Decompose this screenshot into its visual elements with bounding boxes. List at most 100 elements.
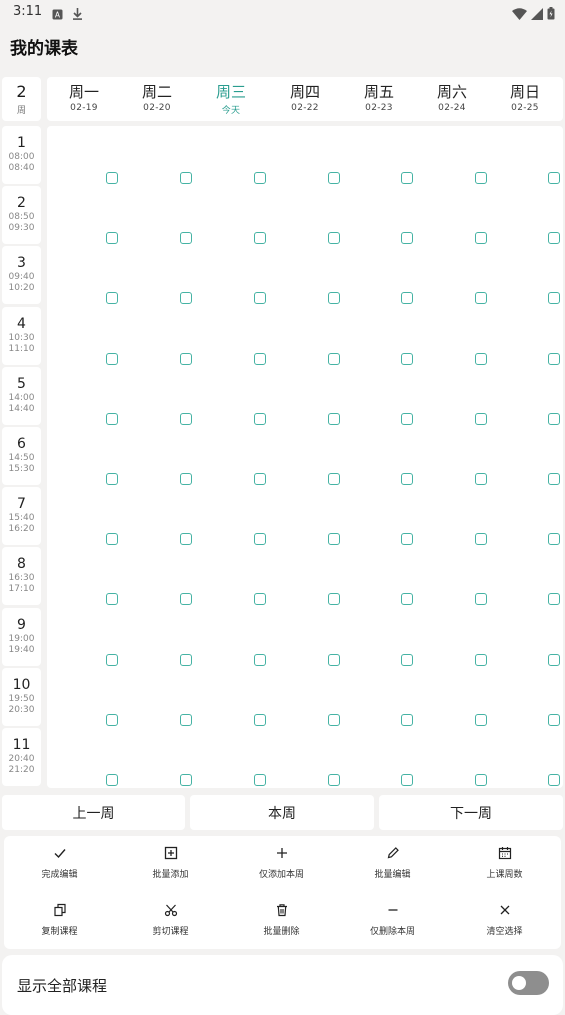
slot-checkbox[interactable]	[401, 172, 413, 184]
slot-checkbox[interactable]	[180, 412, 192, 425]
prev-week-button[interactable]: 上一周	[2, 795, 185, 830]
slot-checkbox[interactable]	[475, 172, 487, 184]
tool-check-button[interactable]: 完成编辑	[4, 836, 115, 880]
slot-checkbox[interactable]	[254, 533, 266, 546]
slot-checkbox[interactable]	[254, 593, 266, 606]
slot-checkbox[interactable]	[106, 172, 118, 184]
current-week-button[interactable]: 本周	[190, 795, 374, 830]
slot-checkbox[interactable]	[401, 292, 413, 305]
day-header-6[interactable]: 周六 02-24	[422, 77, 482, 121]
slot-checkbox[interactable]	[475, 593, 487, 606]
slot-checkbox[interactable]	[328, 172, 340, 184]
slot-checkbox[interactable]	[401, 713, 413, 726]
slot-checkbox[interactable]	[180, 473, 192, 485]
slot-checkbox[interactable]	[254, 473, 266, 485]
tool-label: 批量添加	[152, 870, 189, 880]
slot-checkbox[interactable]	[328, 232, 340, 245]
day-header-7[interactable]: 周日 02-25	[495, 77, 555, 121]
slot-checkbox[interactable]	[106, 653, 118, 666]
slot-checkbox[interactable]	[254, 412, 266, 425]
slot-checkbox[interactable]	[254, 232, 266, 245]
slot-checkbox[interactable]	[475, 473, 487, 485]
slot-checkbox[interactable]	[254, 653, 266, 666]
slot-checkbox[interactable]	[401, 774, 413, 786]
slot-checkbox[interactable]	[475, 232, 487, 245]
slot-checkbox[interactable]	[401, 352, 413, 365]
slot-checkbox[interactable]	[180, 533, 192, 546]
slot-checkbox[interactable]	[106, 352, 118, 365]
tool-calendar-button[interactable]: 上课周数	[449, 836, 560, 880]
day-header-1[interactable]: 周一 02-19	[54, 77, 114, 121]
slot-checkbox[interactable]	[548, 533, 560, 546]
slot-checkbox[interactable]	[328, 533, 340, 546]
slot-checkbox[interactable]	[254, 713, 266, 726]
slot-checkbox[interactable]	[475, 292, 487, 305]
slot-checkbox[interactable]	[180, 172, 192, 184]
slot-checkbox[interactable]	[401, 412, 413, 425]
slot-checkbox[interactable]	[475, 774, 487, 786]
tool-plus-button[interactable]: 仅添加本周	[226, 836, 337, 880]
slot-checkbox[interactable]	[328, 713, 340, 726]
day-header-4[interactable]: 周四 02-22	[275, 77, 335, 121]
slot-checkbox[interactable]	[548, 774, 560, 786]
tool-add-box-button[interactable]: 批量添加	[115, 836, 226, 880]
slot-checkbox[interactable]	[106, 473, 118, 485]
tool-trash-button[interactable]: 批量删除	[226, 893, 337, 937]
slot-checkbox[interactable]	[548, 352, 560, 365]
slot-checkbox[interactable]	[328, 774, 340, 786]
slot-checkbox[interactable]	[328, 352, 340, 365]
slot-checkbox[interactable]	[106, 232, 118, 245]
slot-checkbox[interactable]	[548, 473, 560, 485]
tool-close-button[interactable]: 清空选择	[449, 893, 560, 937]
slot-checkbox[interactable]	[475, 352, 487, 365]
slot-checkbox[interactable]	[328, 412, 340, 425]
tool-minus-button[interactable]: 仅删除本周	[337, 893, 448, 937]
slot-checkbox[interactable]	[548, 713, 560, 726]
slot-checkbox[interactable]	[548, 172, 560, 184]
slot-checkbox[interactable]	[106, 412, 118, 425]
slot-checkbox[interactable]	[180, 774, 192, 786]
slot-checkbox[interactable]	[328, 292, 340, 305]
slot-checkbox[interactable]	[254, 774, 266, 786]
slot-checkbox[interactable]	[254, 352, 266, 365]
slot-checkbox[interactable]	[328, 593, 340, 606]
slot-checkbox[interactable]	[106, 774, 118, 786]
day-header-3[interactable]: 周三 今天	[201, 77, 261, 121]
slot-checkbox[interactable]	[475, 412, 487, 425]
slot-checkbox[interactable]	[548, 653, 560, 666]
slot-checkbox[interactable]	[475, 713, 487, 726]
slot-checkbox[interactable]	[401, 653, 413, 666]
day-header-2[interactable]: 周二 02-20	[127, 77, 187, 121]
slot-checkbox[interactable]	[106, 533, 118, 546]
slot-checkbox[interactable]	[254, 292, 266, 305]
tool-copy-button[interactable]: 复制课程	[4, 893, 115, 937]
slot-checkbox[interactable]	[106, 713, 118, 726]
tool-pencil-button[interactable]: 批量编辑	[337, 836, 448, 880]
slot-checkbox[interactable]	[475, 653, 487, 666]
slot-checkbox[interactable]	[180, 352, 192, 365]
slot-checkbox[interactable]	[254, 172, 266, 184]
slot-checkbox[interactable]	[328, 473, 340, 485]
day-header-5[interactable]: 周五 02-23	[349, 77, 409, 121]
slot-checkbox[interactable]	[401, 593, 413, 606]
slot-checkbox[interactable]	[475, 533, 487, 546]
slot-checkbox[interactable]	[548, 412, 560, 425]
show-all-toggle[interactable]	[508, 971, 549, 995]
slot-checkbox[interactable]	[180, 292, 192, 305]
tool-scissors-button[interactable]: 剪切课程	[115, 893, 226, 937]
slot-checkbox[interactable]	[180, 653, 192, 666]
slot-checkbox[interactable]	[180, 713, 192, 726]
slot-checkbox[interactable]	[548, 292, 560, 305]
week-indicator[interactable]: 2 周	[2, 77, 41, 121]
slot-checkbox[interactable]	[328, 653, 340, 666]
slot-checkbox[interactable]	[548, 593, 560, 606]
slot-checkbox[interactable]	[401, 232, 413, 245]
slot-checkbox[interactable]	[180, 232, 192, 245]
slot-checkbox[interactable]	[401, 473, 413, 485]
slot-checkbox[interactable]	[180, 593, 192, 606]
slot-checkbox[interactable]	[106, 292, 118, 305]
slot-checkbox[interactable]	[401, 533, 413, 546]
next-week-button[interactable]: 下一周	[379, 795, 563, 830]
slot-checkbox[interactable]	[106, 593, 118, 606]
slot-checkbox[interactable]	[548, 232, 560, 245]
